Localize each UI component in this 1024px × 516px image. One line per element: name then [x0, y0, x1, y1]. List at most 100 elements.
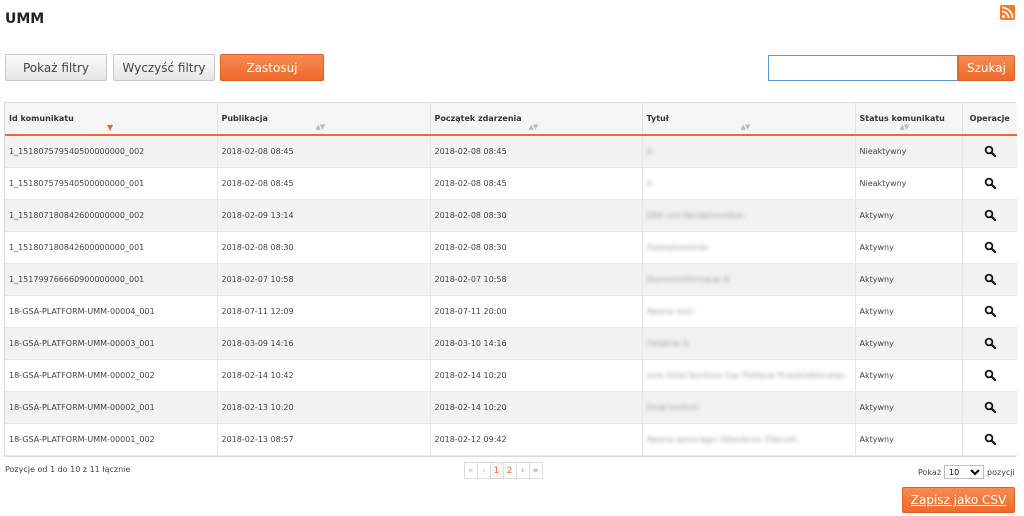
cell-operations — [962, 295, 1017, 328]
column-header-label: Publikacja — [221, 114, 268, 123]
first-page-button[interactable]: « — [464, 462, 478, 479]
cell-start: 2018-02-07 10:58 — [430, 263, 643, 296]
cell-start: 2018-02-08 08:45 — [430, 135, 643, 168]
cell-title: Ekonominformacje N — [642, 263, 856, 296]
cell-published: 2018-02-09 13:14 — [217, 199, 431, 232]
clear-filters-button[interactable]: Wyczyść filtry — [113, 54, 215, 81]
magnifier-icon[interactable] — [984, 369, 996, 382]
cell-title: Awaria gazociągu Odwołanie Zdarzeń — [642, 423, 856, 456]
apply-button[interactable]: Zastosuj — [220, 54, 324, 81]
page-size-select[interactable]: 10 — [944, 465, 985, 479]
table-row[interactable]: 1_151799766660900000000_001 2018-02-07 10… — [5, 263, 1017, 296]
page-size-suffix: pozycji — [987, 467, 1015, 477]
cell-status: Aktywny — [855, 295, 963, 328]
cell-published: 2018-02-08 08:45 — [217, 135, 431, 168]
cell-published: 2018-02-08 08:45 — [217, 167, 431, 200]
cell-title: Ostatnie A — [642, 327, 856, 360]
cell-published: 2018-02-13 08:57 — [217, 423, 431, 456]
cell-start: 2018-02-14 10:20 — [430, 359, 643, 392]
title-text: Zawiadomienie — [646, 242, 708, 252]
cell-id: 1_151807180842600000000_001 — [5, 231, 218, 264]
show-filters-button[interactable]: Pokaż filtry — [5, 54, 107, 81]
table-header-row: Id komunikatu ▼ Publikacja ▲▼ Początek zda… — [5, 103, 1017, 136]
cell-id: 1_151807579540500000000_002 — [5, 135, 218, 168]
column-header-label: Operacje — [969, 114, 1010, 123]
table-body: 1_151807579540500000000_002 2018-02-08 08… — [5, 135, 1017, 456]
cell-published: 2018-02-07 10:58 — [217, 263, 431, 296]
table-row[interactable]: 1_151807579540500000000_002 2018-02-08 08… — [5, 135, 1017, 168]
magnifier-icon[interactable] — [984, 177, 996, 190]
cell-status: Aktywny — [855, 359, 963, 392]
magnifier-icon[interactable] — [984, 401, 996, 414]
cell-title: A — [642, 167, 856, 200]
column-header-start[interactable]: Początek zdarzenia ▲▼ — [430, 103, 643, 136]
cell-operations — [962, 423, 1017, 456]
sort-desc-icon: ▼ — [107, 123, 113, 132]
cell-operations — [962, 135, 1017, 168]
cell-status: Aktywny — [855, 199, 963, 232]
last-page-button[interactable]: » — [529, 462, 543, 479]
cell-status: Aktywny — [855, 263, 963, 296]
cell-start: 2018-03-10 14:16 — [430, 327, 643, 360]
page-2-button[interactable]: 2 — [503, 462, 517, 479]
rss-icon[interactable] — [1000, 5, 1015, 20]
cell-status: Aktywny — [855, 231, 963, 264]
cell-operations — [962, 199, 1017, 232]
table-row[interactable]: 1_151807579540500000000_001 2018-02-08 08… — [5, 167, 1017, 200]
magnifier-icon[interactable] — [984, 241, 996, 254]
export-csv-button[interactable]: Zapisz jako CSV — [902, 487, 1015, 513]
page-size-control: Pokaż 10 pozycji — [918, 465, 1015, 479]
pagination-info: Pozycje od 1 do 10 z 11 łącznie — [5, 465, 131, 474]
cell-status: Aktywny — [855, 327, 963, 360]
title-text: A — [646, 178, 652, 188]
table-row[interactable]: 1_151807180842600000000_002 2018-02-09 13… — [5, 199, 1017, 232]
cell-published: 2018-02-14 10:42 — [217, 359, 431, 392]
title-text: Ekonominformacje N — [646, 274, 730, 284]
table-row[interactable]: 18-GSA-PLATFORM-UMM-00001_002 2018-02-13 … — [5, 423, 1017, 456]
cell-operations — [962, 231, 1017, 264]
table-row[interactable]: 1_151807180842600000000_001 2018-02-08 08… — [5, 231, 1017, 264]
table-row[interactable]: 18-GSA-PLATFORM-UMM-00004_001 2018-07-11 … — [5, 295, 1017, 328]
column-header-title[interactable]: Tytuł ▲▼ — [642, 103, 856, 136]
title-text: DEA und Nordatmosfera — [646, 210, 744, 220]
magnifier-icon[interactable] — [984, 273, 996, 286]
cell-start: 2018-02-14 10:20 — [430, 391, 643, 424]
cell-operations — [962, 327, 1017, 360]
magnifier-icon[interactable] — [984, 433, 996, 446]
cell-title: Awaria sieci — [642, 295, 856, 328]
messages-table: Id komunikatu ▼ Publikacja ▲▼ Początek zda… — [4, 102, 1017, 457]
table-row[interactable]: 18-GSA-PLATFORM-UMM-00002_002 2018-02-14 … — [5, 359, 1017, 392]
column-header-published[interactable]: Publikacja ▲▼ — [217, 103, 431, 136]
column-header-status[interactable]: Status komunikatu ▲▼ — [855, 103, 963, 136]
column-header-label: Początek zdarzenia — [434, 114, 522, 123]
title-text: Inne Dział Kontrola Gaz Podlasie Przedsi… — [646, 370, 846, 380]
cell-id: 1_151799766660900000000_001 — [5, 263, 218, 296]
search-button[interactable]: Szukaj — [958, 55, 1015, 81]
column-header-id[interactable]: Id komunikatu ▼ — [5, 103, 218, 136]
magnifier-icon[interactable] — [984, 145, 996, 158]
cell-start: 2018-07-11 20:00 — [430, 295, 643, 328]
prev-page-button[interactable]: ‹ — [477, 462, 491, 479]
sort-icon: ▲▼ — [740, 123, 751, 131]
sort-icon: ▲▼ — [315, 123, 326, 131]
cell-id: 1_151807180842600000000_002 — [5, 199, 218, 232]
cell-id: 18-GSA-PLATFORM-UMM-00002_001 — [5, 391, 218, 424]
cell-operations — [962, 263, 1017, 296]
cell-status: Aktywny — [855, 423, 963, 456]
magnifier-icon[interactable] — [984, 337, 996, 350]
cell-id: 18-GSA-PLATFORM-UMM-00002_002 — [5, 359, 218, 392]
magnifier-icon[interactable] — [984, 209, 996, 222]
next-page-button[interactable]: › — [516, 462, 530, 479]
page-1-button[interactable]: 1 — [490, 462, 504, 479]
pagination: « ‹ 1 2 › » — [464, 462, 543, 479]
cell-start: 2018-02-08 08:30 — [430, 199, 643, 232]
cell-title: Dział kontroli — [642, 391, 856, 424]
table-row[interactable]: 18-GSA-PLATFORM-UMM-00002_001 2018-02-13 … — [5, 391, 1017, 424]
search-input[interactable] — [768, 55, 958, 81]
cell-title: A — [642, 135, 856, 168]
cell-operations — [962, 391, 1017, 424]
magnifier-icon[interactable] — [984, 305, 996, 318]
cell-published: 2018-02-13 10:20 — [217, 391, 431, 424]
table-row[interactable]: 18-GSA-PLATFORM-UMM-00003_001 2018-03-09 … — [5, 327, 1017, 360]
page-size-label: Pokaż — [918, 467, 942, 477]
